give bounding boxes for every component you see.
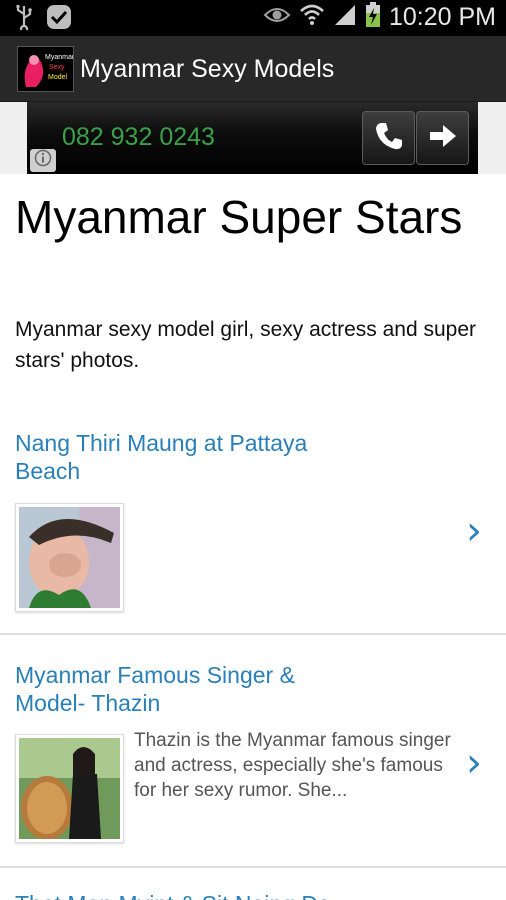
ad-phone-number[interactable]: 082 932 0243 bbox=[62, 123, 215, 152]
chevron-right-icon[interactable]: › bbox=[466, 743, 482, 783]
status-notifications bbox=[14, 4, 72, 35]
action-bar: Myanmar Sexy Model Myanmar Sexy Models bbox=[0, 36, 506, 102]
signal-icon bbox=[333, 3, 357, 32]
check-icon bbox=[46, 4, 72, 35]
eye-icon bbox=[263, 5, 291, 30]
app-title: Myanmar Sexy Models bbox=[80, 55, 335, 83]
info-icon bbox=[34, 149, 52, 172]
wifi-icon bbox=[299, 3, 325, 32]
battery-charging-icon bbox=[365, 2, 381, 33]
divider bbox=[0, 633, 506, 635]
status-time: 10:20 PM bbox=[388, 3, 496, 31]
ad-banner[interactable]: 082 932 0243 bbox=[27, 102, 478, 174]
status-system: 10:20 PM bbox=[263, 2, 496, 33]
svg-text:Myanmar: Myanmar bbox=[45, 54, 74, 61]
arrow-right-icon bbox=[428, 123, 458, 154]
app-logo[interactable]: Myanmar Sexy Model bbox=[17, 46, 74, 92]
svg-text:Sexy: Sexy bbox=[49, 64, 65, 71]
article-thumbnail[interactable] bbox=[15, 503, 124, 612]
usb-icon bbox=[14, 4, 34, 35]
ad-info-button[interactable] bbox=[30, 149, 56, 172]
divider bbox=[0, 866, 506, 868]
phone-icon bbox=[372, 119, 406, 158]
thumbnail-image bbox=[19, 738, 120, 839]
ad-go-button[interactable] bbox=[416, 111, 469, 165]
chevron-right-icon[interactable]: › bbox=[466, 511, 482, 551]
article-title[interactable]: Nang Thiri Maung at Pattaya Beach bbox=[15, 429, 355, 485]
page-description: Myanmar sexy model girl, sexy actress an… bbox=[15, 318, 477, 372]
svg-text:Model: Model bbox=[48, 74, 68, 81]
article-title[interactable]: Myanmar Famous Singer & Model- Thazin bbox=[15, 661, 355, 717]
thumbnail-image bbox=[19, 507, 120, 608]
article-title[interactable]: That Mon Myint & Sit Naing Da... bbox=[15, 890, 375, 900]
page-title: Myanmar Super Stars bbox=[15, 191, 463, 243]
article-excerpt: Thazin is the Myanmar famous singer and … bbox=[134, 730, 451, 801]
status-bar: 10:20 PM bbox=[0, 0, 506, 36]
article-thumbnail[interactable] bbox=[15, 734, 124, 843]
ad-call-button[interactable] bbox=[362, 111, 415, 165]
ad-container: 082 932 0243 bbox=[0, 102, 506, 174]
